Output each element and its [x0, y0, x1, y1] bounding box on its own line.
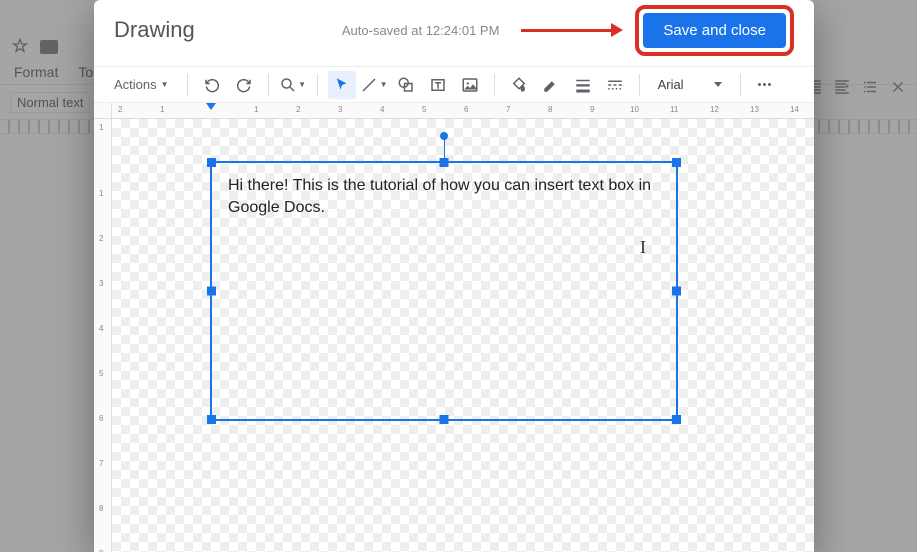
resize-handle-e[interactable] [672, 287, 681, 296]
resize-handle-n[interactable] [440, 158, 449, 167]
rotate-handle[interactable] [440, 132, 448, 140]
save-and-close-button[interactable]: Save and close [643, 13, 786, 48]
resize-handle-sw[interactable] [207, 415, 216, 424]
ruler-row: 2 1 1 2 3 4 5 6 7 8 9 10 11 12 13 14 [94, 103, 814, 119]
caret-down-icon: ▼ [161, 80, 169, 89]
resize-handle-nw[interactable] [207, 158, 216, 167]
more-icon [758, 83, 771, 86]
h-ruler[interactable]: 2 1 1 2 3 4 5 6 7 8 9 10 11 12 13 14 [112, 103, 814, 119]
zoom-button[interactable]: ▼ [279, 71, 307, 99]
shape-tool[interactable] [392, 71, 420, 99]
more-button[interactable] [751, 71, 779, 99]
line-tool[interactable]: ▼ [360, 71, 388, 99]
resize-handle-w[interactable] [207, 287, 216, 296]
drawing-modal: Drawing Auto-saved at 12:24:01 PM Save a… [94, 0, 814, 552]
font-value: Arial [658, 77, 684, 92]
actions-menu[interactable]: Actions ▼ [106, 73, 177, 96]
image-tool[interactable] [456, 71, 484, 99]
autosave-status: Auto-saved at 12:24:01 PM [342, 23, 500, 38]
drawing-toolbar: Actions ▼ ▼ ▼ Arial [94, 67, 814, 103]
textbox-selection[interactable]: Hi there! This is the tutorial of how yo… [210, 161, 678, 421]
text-cursor-icon: I [640, 237, 646, 258]
rotate-connector [444, 138, 445, 158]
canvas-area: 1 1 2 3 4 5 6 7 8 9 Hi there! This is th… [94, 119, 814, 552]
drawing-canvas[interactable]: Hi there! This is the tutorial of how yo… [112, 119, 814, 552]
border-color-button[interactable] [537, 71, 565, 99]
border-dash-button[interactable] [601, 71, 629, 99]
modal-title: Drawing [114, 17, 195, 43]
border-weight-button[interactable] [569, 71, 597, 99]
fill-color-button[interactable] [505, 71, 533, 99]
indent-marker[interactable] [206, 103, 216, 110]
v-ruler[interactable]: 1 1 2 3 4 5 6 7 8 9 [94, 119, 112, 552]
resize-handle-s[interactable] [440, 415, 449, 424]
resize-handle-se[interactable] [672, 415, 681, 424]
select-tool[interactable] [328, 71, 356, 99]
annotation-highlight: Save and close [635, 5, 794, 56]
actions-label: Actions [114, 77, 157, 92]
undo-button[interactable] [198, 71, 226, 99]
annotation-arrow [521, 23, 623, 37]
modal-header: Drawing Auto-saved at 12:24:01 PM Save a… [94, 0, 814, 60]
redo-button[interactable] [230, 71, 258, 99]
font-select[interactable]: Arial [650, 77, 730, 92]
textbox-text[interactable]: Hi there! This is the tutorial of how yo… [212, 163, 676, 230]
textbox-tool[interactable] [424, 71, 452, 99]
resize-handle-ne[interactable] [672, 158, 681, 167]
chevron-down-icon [714, 82, 722, 87]
